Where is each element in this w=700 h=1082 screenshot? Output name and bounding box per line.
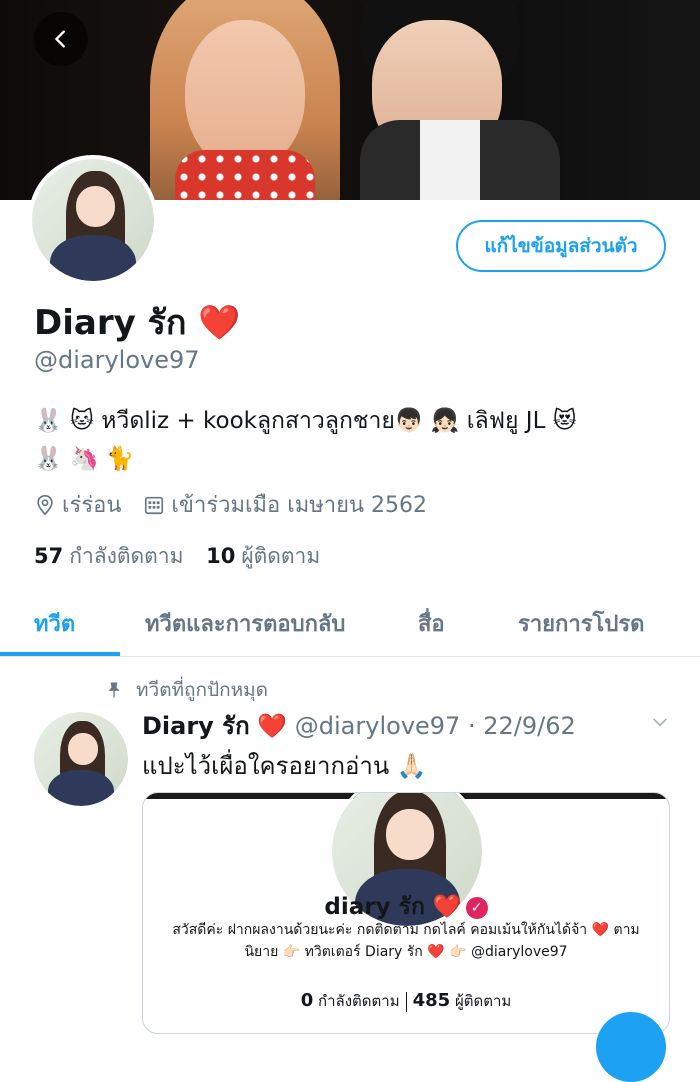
compose-tweet-button[interactable] (596, 1012, 666, 1082)
tab-media[interactable]: สื่อ (418, 606, 445, 641)
verified-badge-icon: ✓ (465, 896, 488, 919)
chevron-down-icon (653, 718, 667, 727)
tweet-header: Diary รัก ❤️ @diarylove97 · 22/9/62 (142, 706, 576, 745)
profile-bio: 🐰 🐱 หวีดliz + kookลูกสาวลูกชาย👦🏻 👧🏻 เลิฟ… (34, 402, 674, 478)
tweet-avatar[interactable] (34, 712, 128, 806)
divider (405, 991, 407, 1012)
bio-line: 🐰 🐱 หวีดliz + kookลูกสาวลูกชาย👦🏻 👧🏻 เลิฟ… (34, 408, 577, 434)
tweet-heart-emoji: ❤️ (257, 712, 288, 740)
joined-item: เข้าร่วมเมือ เมษายน 2562 (143, 487, 427, 522)
profile-name: Diary รัก ❤️ (34, 295, 241, 349)
card-name-text: diary รัก ❤️ (324, 894, 462, 920)
followers-link[interactable]: 10 ผู้ติดตาม (206, 544, 320, 568)
tweet-avatar-image (34, 712, 128, 806)
card-follow-stats: 0 กำลังติดตาม 485 ผู้ติดตาม (143, 989, 669, 1013)
banner-person-left-face (185, 20, 305, 170)
profile-name-text: Diary รัก (34, 303, 187, 343)
calendar-icon (145, 496, 164, 514)
followers-count: 10 (206, 544, 236, 568)
profile-handle: @diarylove97 (34, 346, 200, 374)
card-followers-label: ผู้ติดตาม (454, 992, 512, 1010)
avatar-image (32, 159, 154, 281)
pinned-label-text: ทวีตที่ถูกปักหมุด (136, 679, 269, 701)
banner-person-left-dress (175, 150, 315, 200)
edit-profile-button[interactable]: แก้ไขข้อมูลส่วนตัว (456, 220, 666, 272)
pinned-tweet-label: ทวีตที่ถูกปักหมุด (104, 675, 268, 705)
card-following-label: กำลังติดตาม (318, 992, 400, 1010)
tweet-menu-button[interactable] (650, 712, 670, 736)
profile-meta: เร่ร่อน เข้าร่วมเมือ เมษายน 2562 (34, 487, 449, 522)
tab-tweets-replies[interactable]: ทวีตและการตอบกลับ (145, 606, 345, 641)
joined-text: เข้าร่วมเมือ เมษายน 2562 (171, 493, 428, 518)
location-item: เร่ร่อน (34, 487, 121, 522)
location-pin-icon (37, 494, 53, 515)
banner-person-right-shirt (360, 120, 560, 200)
profile-tabs: ทวีต ทวีตและการตอบกลับ สื่อ รายการโปรด (0, 592, 700, 657)
following-count: 57 (34, 544, 64, 568)
tweet-author-name[interactable]: Diary รัก (142, 712, 250, 740)
back-button[interactable] (34, 12, 88, 66)
tweet-handle-date: @diarylove97 · 22/9/62 (294, 712, 576, 740)
card-bio: สวัสดีค่ะ ฝากผลงานด้วยนะค่ะ กดติดตาม กดไ… (172, 922, 640, 960)
bio-line: 🐰 🦄 🐈 (34, 446, 135, 472)
heart-emoji: ❤️ (198, 303, 241, 343)
pin-icon (108, 682, 120, 698)
following-link[interactable]: 57 กำลังติดตาม (34, 544, 183, 568)
card-followers-count: 485 (412, 990, 451, 1011)
followers-label: ผู้ติดตาม (241, 544, 321, 568)
tweet-text: แปะไว้เผื่อใครอยากอ่าน 🙏🏻 (142, 752, 427, 780)
tab-tweets[interactable]: ทวีต (34, 606, 75, 641)
card-following-count: 0 (300, 990, 314, 1011)
tweet-image-card[interactable]: diary รัก ❤️ ✓ สวัสดีค่ะ ฝากผลงานด้วยนะค่… (142, 792, 670, 1034)
location-text: เร่ร่อน (62, 493, 122, 518)
following-label: กำลังติดตาม (69, 544, 184, 568)
tab-likes[interactable]: รายการโปรด (518, 606, 644, 641)
chevron-left-icon (55, 30, 65, 48)
profile-avatar[interactable] (28, 155, 158, 285)
follow-stats: 57 กำลังติดตาม 10 ผู้ติดตาม (34, 540, 336, 573)
active-tab-indicator (0, 652, 120, 656)
